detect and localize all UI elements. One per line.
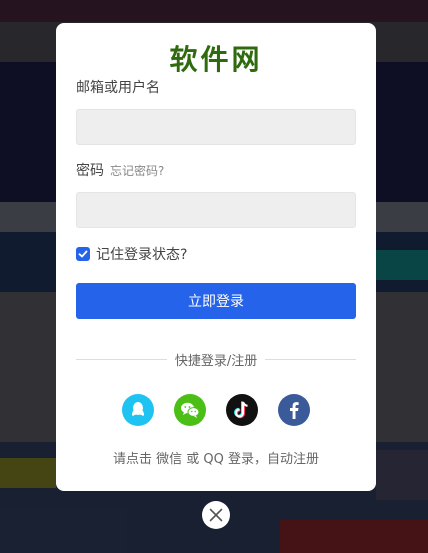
wechat-icon: [181, 402, 200, 418]
remember-me[interactable]: 记住登录状态?: [76, 244, 187, 264]
divider-line: [76, 358, 167, 360]
tiktok-icon: [234, 401, 248, 419]
qq-icon: [132, 402, 144, 416]
remember-label: 记住登录状态?: [96, 247, 188, 263]
password-input[interactable]: [76, 192, 356, 228]
login-button[interactable]: 立即登录: [76, 283, 356, 319]
facebook-icon: [290, 402, 299, 419]
check-icon: [78, 250, 88, 258]
tiktok-login-button[interactable]: [226, 394, 258, 426]
remember-checkbox[interactable]: [76, 247, 90, 261]
close-button[interactable]: [202, 501, 230, 529]
social-login-row: [56, 394, 376, 426]
wechat-login-button[interactable]: [174, 394, 206, 426]
username-label: 邮箱或用户名: [76, 80, 160, 96]
close-icon: [209, 508, 223, 522]
qq-login-button[interactable]: [122, 394, 154, 426]
forgot-password-link[interactable]: 忘记密码?: [110, 164, 164, 178]
password-label: 密码: [76, 163, 104, 179]
auto-register-hint: 请点击 微信 或 QQ 登录，自动注册: [113, 452, 319, 467]
quick-login-divider: 快捷登录/注册: [76, 349, 357, 369]
login-modal: 软件网 邮箱或用户名 密码忘记密码? 记住登录状态? 立即登录 快捷登录/注册: [56, 23, 376, 491]
password-label-row: 密码 忘记密码?: [76, 161, 164, 181]
facebook-login-button[interactable]: [278, 394, 310, 426]
divider-line: [265, 358, 357, 360]
quick-login-label: 快捷登录/注册: [174, 353, 258, 369]
site-logo: 软件网: [169, 43, 263, 76]
username-input[interactable]: [76, 109, 356, 145]
